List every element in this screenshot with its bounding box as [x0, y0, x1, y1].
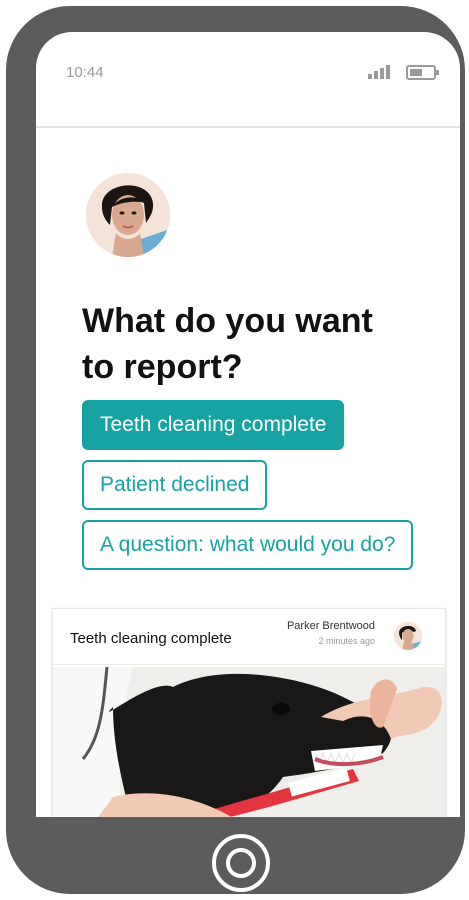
- page-title: What do you want to report?: [82, 298, 422, 390]
- phone-frame: 10:44 What do you want to report? Teeth …: [6, 6, 465, 894]
- home-button-icon[interactable]: [212, 834, 270, 892]
- option-patient-declined[interactable]: Patient declined: [82, 460, 268, 510]
- dog-teeth-cleaning-photo: [53, 667, 445, 817]
- report-card[interactable]: Teeth cleaning complete Parker Brentwood…: [52, 608, 446, 817]
- card-timestamp: 2 minutes ago: [318, 636, 375, 646]
- title-line-1: What do you want: [82, 302, 373, 340]
- card-header: Teeth cleaning complete Parker Brentwood…: [53, 609, 445, 665]
- option-question[interactable]: A question: what would you do?: [82, 520, 414, 570]
- status-time: 10:44: [66, 64, 104, 81]
- status-bar: 10:44: [36, 32, 460, 128]
- author-avatar: [394, 622, 422, 650]
- user-avatar: [86, 173, 170, 257]
- card-author: Parker Brentwood: [286, 620, 375, 632]
- signal-icon: [368, 65, 394, 79]
- title-line-2: to report?: [82, 348, 243, 386]
- phone-screen: 10:44 What do you want to report? Teeth …: [36, 32, 460, 817]
- battery-icon: [406, 65, 439, 80]
- card-title: Teeth cleaning complete: [70, 630, 232, 647]
- option-teeth-cleaning-complete[interactable]: Teeth cleaning complete: [82, 400, 345, 450]
